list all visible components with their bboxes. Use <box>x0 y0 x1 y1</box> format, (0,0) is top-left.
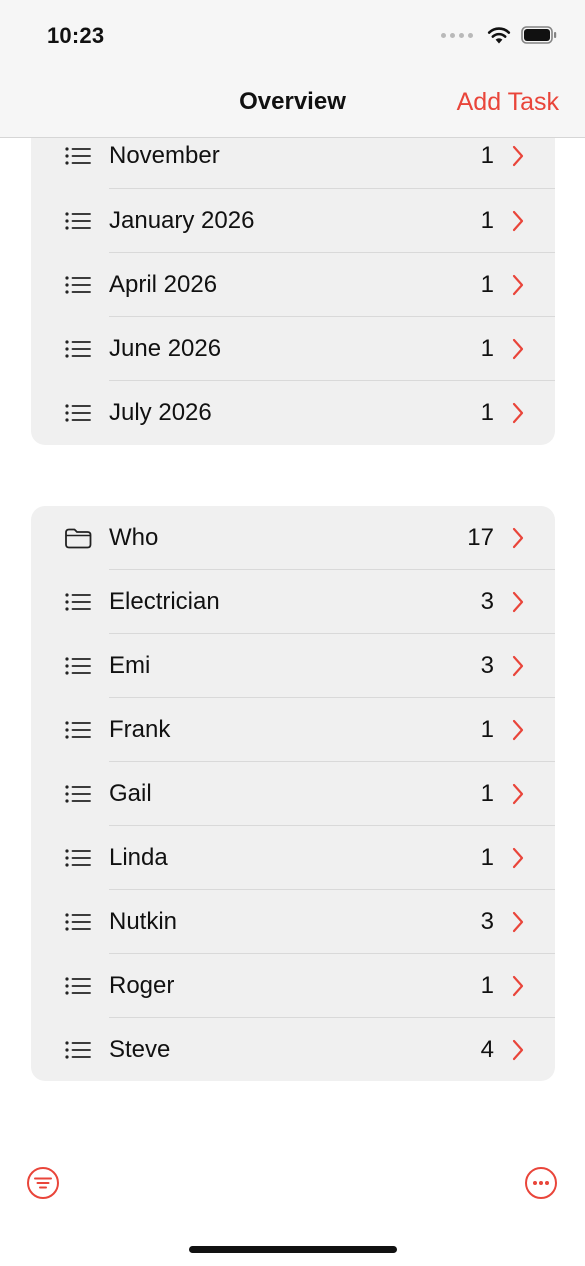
list-item-label: Linda <box>109 844 168 871</box>
list-icon <box>64 783 92 805</box>
list-item[interactable]: Linda 1 <box>31 826 555 890</box>
list-icon <box>64 338 92 360</box>
list-item-label: November <box>109 142 220 169</box>
list-item-label: June 2026 <box>109 335 222 362</box>
list-item-count: 17 <box>467 524 494 551</box>
list-item-label: January 2026 <box>109 207 255 234</box>
chevron-right-icon <box>511 654 525 678</box>
chevron-right-icon <box>511 273 525 297</box>
list-item-label: Frank <box>109 716 171 743</box>
list-icon <box>64 1039 92 1061</box>
list-item[interactable]: January 2026 1 <box>31 189 555 253</box>
status-time: 10:23 <box>47 23 105 48</box>
list-item-count: 1 <box>480 399 494 426</box>
chevron-right-icon <box>511 910 525 934</box>
list-item-count: 1 <box>480 972 494 999</box>
list-item-count: 3 <box>480 588 494 615</box>
list-item-label: Emi <box>109 652 151 679</box>
list-icon <box>64 145 92 167</box>
chevron-right-icon <box>511 526 525 550</box>
list-item-count: 1 <box>480 844 494 871</box>
chevron-right-icon <box>511 209 525 233</box>
battery-icon <box>521 26 557 44</box>
more-icon[interactable] <box>524 1166 558 1200</box>
dates-list: November 1 January 2026 1 April 2026 1 June 20… <box>31 124 555 445</box>
list-item-label: Steve <box>109 1036 171 1063</box>
chevron-right-icon <box>511 337 525 361</box>
list-item-count: 1 <box>480 142 494 169</box>
list-item[interactable]: June 2026 1 <box>31 317 555 381</box>
chevron-right-icon <box>511 782 525 806</box>
list-item[interactable]: Electrician 3 <box>31 570 555 634</box>
list-icon <box>64 719 92 741</box>
list-icon <box>64 402 92 424</box>
list-item-label: Roger <box>109 972 175 999</box>
list-item-label: Gail <box>109 780 152 807</box>
folder-icon <box>64 527 92 549</box>
list-icon <box>64 975 92 997</box>
list-item-count: 4 <box>480 1036 494 1063</box>
list-item[interactable]: April 2026 1 <box>31 253 555 317</box>
list-item-count: 1 <box>480 716 494 743</box>
filter-icon[interactable] <box>26 1166 60 1200</box>
list-item-label: April 2026 <box>109 271 218 298</box>
wifi-icon <box>487 27 511 44</box>
chevron-right-icon <box>511 590 525 614</box>
list-icon <box>64 274 92 296</box>
list-item[interactable]: Who 17 <box>31 506 555 570</box>
list-item-label: Electrician <box>109 588 220 615</box>
chevron-right-icon <box>511 974 525 998</box>
list-item[interactable]: Emi 3 <box>31 634 555 698</box>
list-icon <box>64 591 92 613</box>
list-item-count: 1 <box>480 335 494 362</box>
cellular-signal-icon <box>441 32 473 38</box>
list-icon <box>64 655 92 677</box>
status-icons <box>441 26 557 44</box>
list-item[interactable]: Gail 1 <box>31 762 555 826</box>
list-item[interactable]: July 2026 1 <box>31 381 555 445</box>
list-item[interactable]: Steve 4 <box>31 1018 555 1081</box>
list-item-count: 1 <box>480 207 494 234</box>
home-indicator <box>189 1246 397 1253</box>
chevron-right-icon <box>511 846 525 870</box>
list-item[interactable]: Nutkin 3 <box>31 890 555 954</box>
list-item-count: 1 <box>480 271 494 298</box>
list-item-label: July 2026 <box>109 399 212 426</box>
list-icon <box>64 210 92 232</box>
list-item-label: Who <box>109 524 159 551</box>
list-item[interactable]: Roger 1 <box>31 954 555 1018</box>
list-item[interactable]: Frank 1 <box>31 698 555 762</box>
add-task-button[interactable]: Add Task <box>457 88 559 117</box>
list-item-count: 3 <box>480 908 494 935</box>
list-icon <box>64 847 92 869</box>
list-icon <box>64 911 92 933</box>
people-list: Who 17 Electrician 3 Emi 3 Frank 1 Gail 1 Linda 1 Nu… <box>31 506 555 1081</box>
chevron-right-icon <box>511 144 525 168</box>
list-item-label: Nutkin <box>109 908 178 935</box>
navigation-bar: 10:23 Overview Add Task <box>0 0 585 138</box>
chevron-right-icon <box>511 401 525 425</box>
list-item-count: 3 <box>480 652 494 679</box>
chevron-right-icon <box>511 1038 525 1062</box>
list-item-count: 1 <box>480 780 494 807</box>
chevron-right-icon <box>511 718 525 742</box>
